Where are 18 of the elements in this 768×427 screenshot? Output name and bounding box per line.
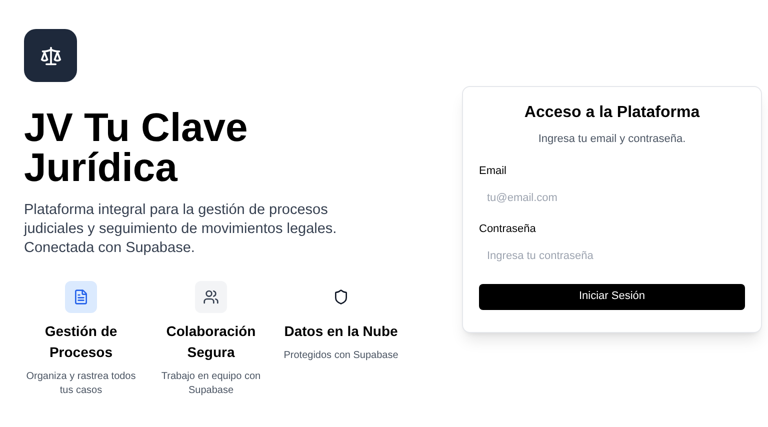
- document-icon: [65, 281, 97, 313]
- login-button[interactable]: Iniciar Sesión: [479, 284, 745, 310]
- feature-text: Trabajo en equipo con Supabase: [160, 370, 262, 398]
- feature-title: Gestión de Procesos: [44, 322, 118, 362]
- card-title: Acceso a la Plataforma: [523, 103, 701, 123]
- feature-text: Protegidos con Supabase: [284, 349, 398, 363]
- feature-text: Organiza y rastrea todos tus casos: [25, 370, 137, 398]
- field-label: Contraseña: [479, 222, 537, 236]
- users-icon: [195, 281, 227, 313]
- hero-description: Plataforma integral para la gestión de procesos judiciales y seguimiento de movimientos legales. Conectada con Supabase.: [24, 201, 338, 258]
- feature-title: Datos en la Nube: [284, 322, 398, 341]
- hero-title: JV Tu Clave Jurídica: [24, 108, 249, 188]
- feature-title: Colaboración Segura: [165, 322, 257, 362]
- field-label: Email: [479, 164, 508, 178]
- scales-logo: [24, 29, 77, 82]
- input-field[interactable]: Ingresa tu contraseña: [479, 242, 745, 270]
- card-subtitle: Ingresa tu email y contraseña.: [537, 132, 687, 147]
- input-field[interactable]: tu@email.com: [479, 184, 745, 212]
